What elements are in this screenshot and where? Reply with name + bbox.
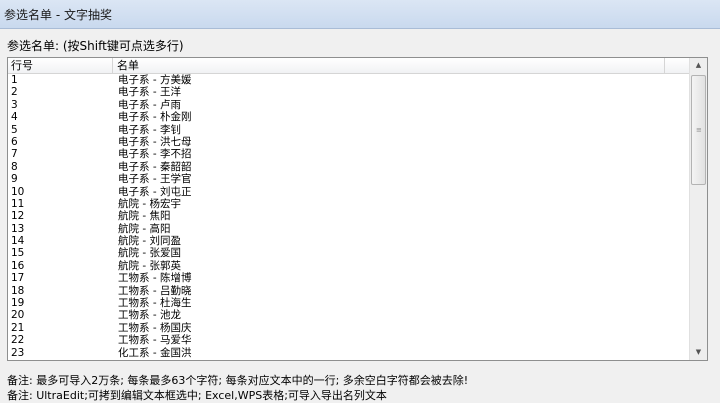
row-number: 1 [11,74,18,86]
row-number: 18 [11,284,25,297]
list-item[interactable]: 6 电子系 - 洪七母 [8,136,691,148]
list-item[interactable]: 5 电子系 - 李钊 [8,124,691,136]
row-name: 电子系 - 洪七母 [118,135,192,148]
row-number: 9 [11,173,18,186]
list-item[interactable]: 11 航院 - 杨宏宇 [8,198,691,210]
list-header: 行号 名单 [8,58,691,74]
list-item[interactable]: 3 电子系 - 卢雨 [8,99,691,111]
list-item[interactable]: 14 航院 - 刘同盈 [8,235,691,247]
window-title: 参选名单 - 文字抽奖 [4,8,112,22]
column-header-row-number[interactable]: 行号 [11,59,33,72]
row-number: 20 [11,309,25,322]
row-number: 12 [11,210,25,223]
list-item[interactable]: 16 航院 - 张郭英 [8,260,691,272]
row-name: 电子系 - 李不招 [118,148,192,161]
row-name: 工物系 - 吕勤晓 [118,284,192,297]
row-name: 化工系 - 金国洪 [118,346,192,359]
list-item[interactable]: 17 工物系 - 陈增博 [8,272,691,284]
column-header-name[interactable]: 名单 [117,59,139,72]
row-name: 电子系 - 王学官 [118,173,192,186]
list-item[interactable]: 19 工物系 - 杜海生 [8,297,691,309]
row-name: 工物系 - 马爱华 [118,334,192,347]
row-name: 电子系 - 刘屯正 [118,185,192,198]
list-item[interactable]: 20 工物系 - 池龙 [8,309,691,321]
list-item[interactable]: 10 电子系 - 刘屯正 [8,186,691,198]
window-titlebar: 参选名单 - 文字抽奖 [0,0,720,29]
row-name: 工物系 - 池龙 [118,309,181,322]
scroll-up-icon[interactable]: ▲ [690,58,707,73]
scroll-down-icon[interactable]: ▼ [690,345,707,360]
row-name: 航院 - 刘同盈 [118,235,181,248]
row-name: 航院 - 杨宏宇 [118,197,181,210]
row-number: 8 [11,160,18,173]
row-name: 电子系 - 卢雨 [118,98,181,111]
note-line-2: 备注: UltraEdit;可拷到编辑文本框选中; Excel,WPS表格;可导… [7,389,387,402]
list-item[interactable]: 22 工物系 - 马爱华 [8,334,691,346]
row-number: 23 [11,346,25,359]
list-item[interactable]: 4 电子系 - 朴金刚 [8,111,691,123]
column-divider[interactable] [112,58,113,73]
row-number: 21 [11,321,25,334]
list-item[interactable]: 1 电子系 - 方美媛 [8,74,691,86]
list-item[interactable]: 9 电子系 - 王学官 [8,173,691,185]
list-item[interactable]: 21 工物系 - 杨国庆 [8,322,691,334]
row-number: 13 [11,222,25,235]
list-item[interactable]: 8 电子系 - 秦韶韶 [8,161,691,173]
grip-icon: ≡ [696,126,702,134]
row-number: 7 [11,148,18,161]
list-item[interactable]: 18 工物系 - 吕勤晓 [8,285,691,297]
row-number: 4 [11,111,18,124]
row-name: 航院 - 焦阳 [118,210,171,223]
list-item[interactable]: 13 航院 - 高阳 [8,223,691,235]
row-name: 航院 - 张郭英 [118,259,181,272]
row-number: 14 [11,235,25,248]
list-item[interactable]: 7 电子系 - 李不招 [8,148,691,160]
candidate-list[interactable]: 行号 名单 1 电子系 - 方美媛 2 电子系 - 王洋 3 电子系 - 卢雨 4 电子系 -… [7,57,708,361]
column-divider[interactable] [664,58,665,73]
row-number: 19 [11,297,25,310]
row-number: 10 [11,185,25,198]
row-number: 17 [11,272,25,285]
row-name: 工物系 - 陈增博 [118,272,192,285]
row-name: 电子系 - 方美媛 [118,74,192,86]
scrollbar-thumb[interactable]: ≡ [691,75,706,185]
row-number: 22 [11,334,25,347]
row-name: 电子系 - 李钊 [118,123,181,136]
row-name: 电子系 - 朴金刚 [118,111,192,124]
row-name: 航院 - 高阳 [118,222,171,235]
list-item[interactable]: 15 航院 - 张爱国 [8,247,691,259]
row-number: 2 [11,86,18,99]
list-rows: 1 电子系 - 方美媛 2 电子系 - 王洋 3 电子系 - 卢雨 4 电子系 - 朴金刚 5 电… [8,74,691,360]
list-item[interactable]: 12 航院 - 焦阳 [8,210,691,222]
row-number: 11 [11,197,25,210]
note-line-1: 备注: 最多可导入2万条; 每条最多63个字符; 每条对应文本中的一行; 多余空… [7,374,469,387]
list-item[interactable]: 2 电子系 - 王洋 [8,86,691,98]
row-name: 电子系 - 王洋 [118,86,181,99]
row-name: 工物系 - 杜海生 [118,297,192,310]
row-name: 航院 - 张爱国 [118,247,181,260]
list-caption: 参选名单: (按Shift键可点选多行) [7,39,184,53]
row-number: 3 [11,98,18,111]
row-name: 工物系 - 杨国庆 [118,321,192,334]
row-number: 15 [11,247,25,260]
row-name: 电子系 - 秦韶韶 [118,160,192,173]
row-number: 16 [11,259,25,272]
vertical-scrollbar[interactable]: ▲ ≡ ▼ [689,58,707,360]
row-number: 5 [11,123,18,136]
row-number: 6 [11,135,18,148]
list-item[interactable]: 23 化工系 - 金国洪 [8,347,691,359]
